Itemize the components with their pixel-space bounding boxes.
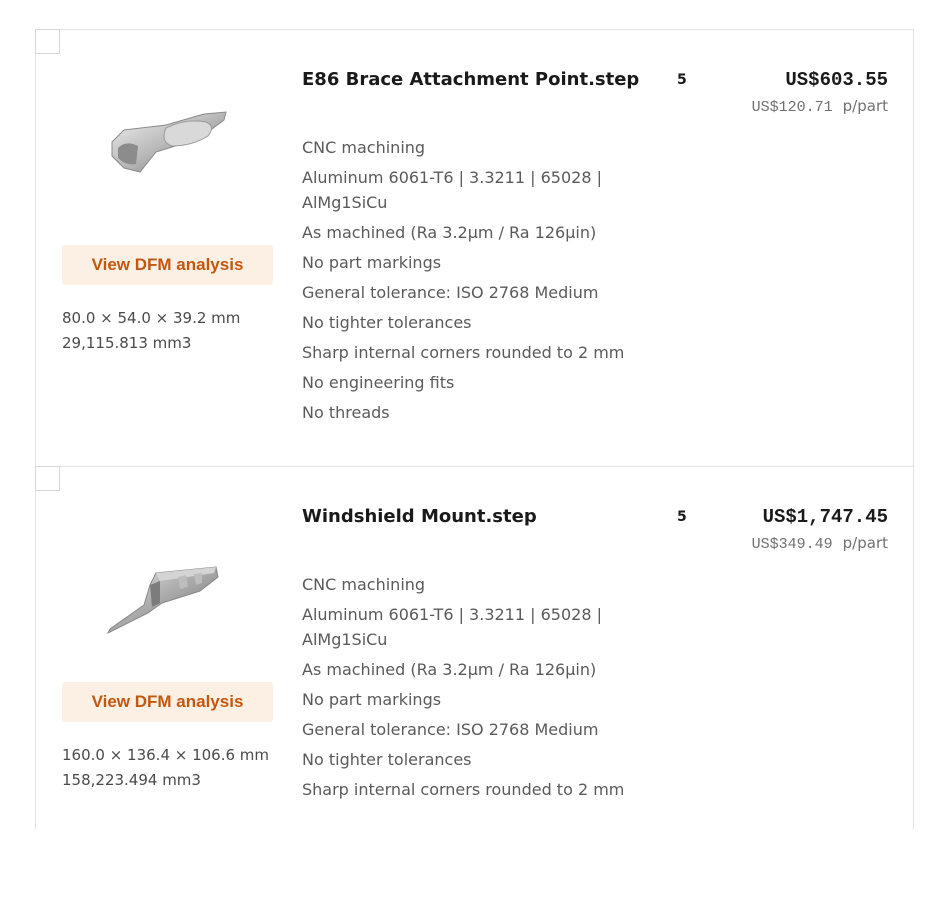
dimensions-text: 160.0 × 136.4 × 106.6 mm: [62, 746, 270, 764]
part-select-checkbox[interactable]: [35, 29, 60, 54]
parts-list: View DFM analysis 80.0 × 54.0 × 39.2 mm …: [35, 29, 914, 829]
volume-text: 158,223.494 mm3: [62, 771, 201, 789]
unit-price-suffix: p/part: [842, 534, 888, 552]
dimensions-text: 80.0 × 54.0 × 39.2 mm: [62, 309, 241, 327]
view-dfm-analysis-button[interactable]: View DFM analysis: [62, 245, 273, 285]
spec-process: CNC machining: [302, 575, 426, 594]
spec-material: Aluminum 6061-T6 | 3.3211 | 65028 | AlMg…: [302, 605, 602, 649]
part-file-name[interactable]: Windshield Mount.step: [302, 506, 537, 527]
spec-general-tolerance: General tolerance: ISO 2768 Medium: [302, 283, 599, 302]
spec-tighter-tolerances: No tighter tolerances: [302, 313, 472, 332]
mount-part-thumbnail-icon[interactable]: [96, 527, 246, 637]
part-quantity[interactable]: 5: [677, 509, 687, 525]
unit-price-value: US$120.71: [751, 99, 833, 116]
spec-process: CNC machining: [302, 138, 426, 157]
spec-finish: As machined (Ra 3.2μm / Ra 126μin): [302, 660, 597, 679]
spec-threads: No threads: [302, 403, 390, 422]
total-price: US$1,747.45: [762, 506, 888, 528]
unit-price-value: US$349.49: [751, 536, 833, 553]
part-select-checkbox[interactable]: [35, 466, 60, 491]
unit-price: US$349.49 p/part: [752, 534, 888, 553]
spec-engineering-fits: No engineering fits: [302, 373, 455, 392]
spec-markings: No part markings: [302, 690, 442, 709]
volume-text: 29,115.813 mm3: [62, 334, 192, 352]
spec-general-tolerance: General tolerance: ISO 2768 Medium: [302, 720, 599, 739]
spec-material: Aluminum 6061-T6 | 3.3211 | 65028 | AlMg…: [302, 168, 602, 212]
view-dfm-analysis-button[interactable]: View DFM analysis: [62, 682, 273, 722]
spec-internal-corners: Sharp internal corners rounded to 2 mm: [302, 343, 625, 362]
spec-internal-corners: Sharp internal corners rounded to 2 mm: [302, 780, 625, 799]
part-dimensions: 160.0 × 136.4 × 106.6 mm 158,223.494 mm3: [62, 743, 269, 793]
spec-tighter-tolerances: No tighter tolerances: [302, 750, 472, 769]
unit-price: US$120.71 p/part: [752, 97, 888, 116]
unit-price-suffix: p/part: [842, 97, 888, 115]
bracket-part-thumbnail-icon[interactable]: [96, 90, 246, 200]
spec-finish: As machined (Ra 3.2μm / Ra 126μin): [302, 223, 597, 242]
part-specifications: CNC machining Aluminum 6061-T6 | 3.3211 …: [302, 572, 632, 807]
part-file-name[interactable]: E86 Brace Attachment Point.step: [302, 69, 639, 90]
part-dimensions: 80.0 × 54.0 × 39.2 mm 29,115.813 mm3: [62, 306, 240, 356]
total-price: US$603.55: [785, 69, 888, 91]
part-row: View DFM analysis 160.0 × 136.4 × 106.6 …: [35, 466, 913, 903]
part-row: View DFM analysis 80.0 × 54.0 × 39.2 mm …: [35, 29, 913, 466]
part-specifications: CNC machining Aluminum 6061-T6 | 3.3211 …: [302, 135, 632, 430]
spec-markings: No part markings: [302, 253, 442, 272]
part-quantity[interactable]: 5: [677, 72, 687, 88]
